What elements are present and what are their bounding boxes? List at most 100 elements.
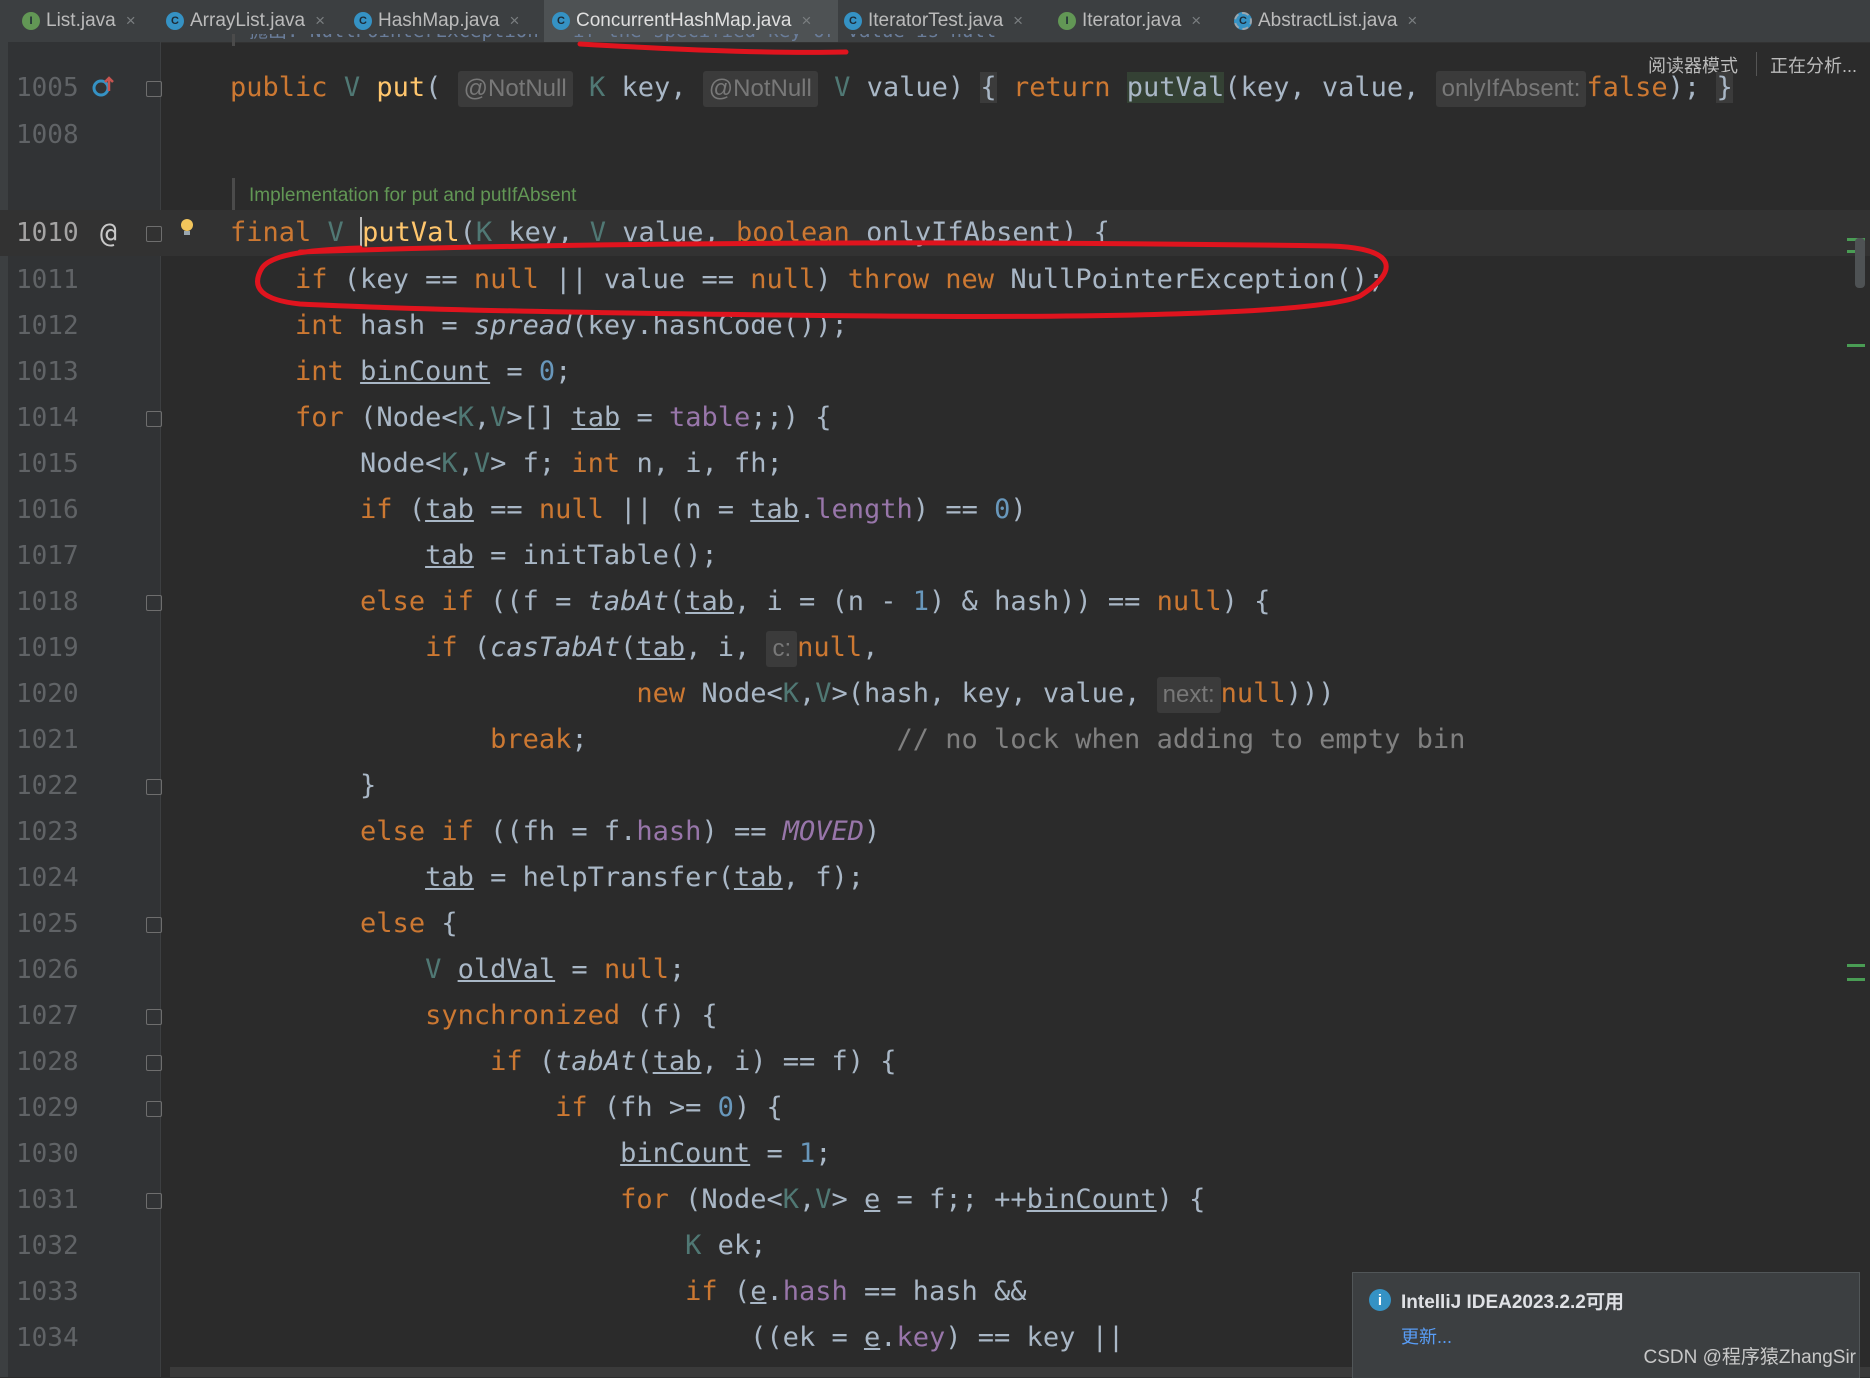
code-line-1016[interactable]: 1016 if (tab == null || (n = tab.length)… [0, 487, 1870, 533]
code-text: Node<K,V> f; int n, i, fh; [230, 448, 783, 479]
code-text: for (Node<K,V> e = f;; ++binCount) { [620, 1184, 1206, 1215]
close-icon[interactable]: × [315, 11, 325, 31]
interface-icon: I [1058, 12, 1076, 30]
change-marker[interactable] [1847, 978, 1865, 981]
line-number: 1017 [16, 541, 79, 571]
change-marker[interactable] [1847, 964, 1865, 967]
code-text: } [230, 770, 377, 801]
line-number: 1019 [16, 633, 79, 663]
code-line-1020[interactable]: 1020 new Node<K,V>(hash, key, value, nex… [0, 671, 1870, 717]
class-icon: C [354, 12, 372, 30]
code-text: if (fh >= 0) { [555, 1092, 783, 1123]
code-text: else { [360, 908, 458, 939]
code-line-1025[interactable]: 1025 else { [0, 901, 1870, 947]
fold-collapse-icon[interactable] [146, 1055, 162, 1071]
code-line-1013[interactable]: 1013 int binCount = 0; [0, 349, 1870, 395]
code-text: tab = initTable(); [425, 540, 718, 571]
code-text: else if ((f = tabAt(tab, i = (n - 1) & h… [360, 586, 1271, 617]
rendered-doc-comment: Implementation for put and putIfAbsent [232, 178, 1449, 214]
code-line-1027[interactable]: 1027 synchronized (f) { [0, 993, 1870, 1039]
vertical-scrollbar-thumb[interactable] [1855, 238, 1865, 288]
fold-collapse-icon[interactable] [146, 779, 162, 795]
line-number: 1015 [16, 449, 79, 479]
at-annotation-icon[interactable]: @ [100, 210, 117, 256]
code-line-1008[interactable]: 1008 [0, 112, 1870, 158]
line-number: 1031 [16, 1185, 79, 1215]
code-line-1030[interactable]: 1030 binCount = 1; [0, 1131, 1870, 1177]
line-number: 1033 [16, 1277, 79, 1307]
code-line-1017[interactable]: 1017 tab = initTable(); [0, 533, 1870, 579]
code-text: int hash = spread(key.hashCode()); [295, 310, 848, 341]
line-number: 1010 [16, 218, 79, 248]
code-line-1022[interactable]: 1022 } [0, 763, 1870, 809]
fold-collapse-icon[interactable] [146, 917, 162, 933]
tab-iterator-java[interactable]: I Iterator.java × [1058, 0, 1220, 42]
partial-doc-line: 抛出: NullPointerException – if the specif… [232, 34, 996, 46]
tab-label: ConcurrentHashMap.java [576, 10, 792, 31]
code-text: tab = helpTransfer(tab, f); [425, 862, 865, 893]
code-line-1032[interactable]: 1032 K ek; [0, 1223, 1870, 1269]
code-line-1012[interactable]: 1012 int hash = spread(key.hashCode()); [0, 303, 1870, 349]
error-stripe[interactable] [1847, 42, 1870, 1377]
code-text: int binCount = 0; [295, 356, 572, 387]
code-text: public V put( @NotNull K key, @NotNull V… [230, 65, 1733, 111]
close-icon[interactable]: × [509, 11, 519, 31]
code-line-1024[interactable]: 1024 tab = helpTransfer(tab, f); [0, 855, 1870, 901]
line-number: 1016 [16, 495, 79, 525]
tab-label: HashMap.java [378, 10, 500, 31]
code-line-1015[interactable]: 1015 Node<K,V> f; int n, i, fh; [0, 441, 1870, 487]
notification-title: IntelliJ IDEA2023.2.2可用 [1401, 1292, 1624, 1313]
close-icon[interactable]: × [801, 11, 811, 31]
code-text: if (key == null || value == null) throw … [295, 264, 1385, 295]
line-number: 1023 [16, 817, 79, 847]
fold-collapse-icon[interactable] [146, 1009, 162, 1025]
line-number: 1024 [16, 863, 79, 893]
tab-abstractlist-java[interactable]: C AbstractList.java × [1234, 0, 1434, 42]
fold-collapse-icon[interactable] [146, 1101, 162, 1117]
line-number: 1028 [16, 1047, 79, 1077]
line-number: 1013 [16, 357, 79, 387]
line-number: 1029 [16, 1093, 79, 1123]
info-icon: i [1369, 1289, 1391, 1311]
fold-collapse-icon[interactable] [146, 411, 162, 427]
fold-collapse-icon[interactable] [146, 226, 162, 242]
code-line-1028[interactable]: 1028 if (tabAt(tab, i) == f) { [0, 1039, 1870, 1085]
fold-collapse-icon[interactable] [146, 1193, 162, 1209]
code-line-1029[interactable]: 1029 if (fh >= 0) { [0, 1085, 1870, 1131]
code-line-1023[interactable]: 1023 else if ((fh = f.hash) == MOVED) [0, 809, 1870, 855]
code-line-1005[interactable]: 1005 public V put( @NotNull K key, @NotN… [0, 65, 1870, 111]
close-icon[interactable]: × [1407, 11, 1417, 31]
line-number: 1012 [16, 311, 79, 341]
line-number: 1030 [16, 1139, 79, 1169]
overrides-icon[interactable] [92, 75, 114, 97]
interface-icon: I [22, 12, 40, 30]
code-text: ((ek = e.key) == key || [230, 1322, 1125, 1353]
code-line-1010[interactable]: 1010 @ final V putVal(K key, V value, bo… [0, 210, 1870, 256]
close-icon[interactable]: × [1013, 11, 1023, 31]
close-icon[interactable]: × [1191, 11, 1201, 31]
line-number: 1005 [16, 73, 79, 103]
close-icon[interactable]: × [126, 11, 136, 31]
csdn-watermark: CSDN @程序猿ZhangSir [1643, 1347, 1857, 1368]
lightbulb-icon[interactable] [180, 218, 194, 236]
code-text: synchronized (f) { [425, 1000, 718, 1031]
change-marker[interactable] [1847, 344, 1865, 347]
tab-label: AbstractList.java [1258, 10, 1398, 31]
code-text: for (Node<K,V>[] tab = table;;) { [295, 402, 832, 433]
update-link[interactable]: 更新... [1401, 1323, 1452, 1349]
code-line-1018[interactable]: 1018 else if ((f = tabAt(tab, i = (n - 1… [0, 579, 1870, 625]
line-number: 1018 [16, 587, 79, 617]
line-number: 1025 [16, 909, 79, 939]
fold-expand-icon[interactable] [146, 81, 162, 97]
code-line-1026[interactable]: 1026 V oldVal = null; [0, 947, 1870, 993]
code-line-1031[interactable]: 1031 for (Node<K,V> e = f;; ++binCount) … [0, 1177, 1870, 1223]
tab-list-java[interactable]: I List.java × [22, 0, 150, 42]
line-number: 1034 [16, 1323, 79, 1353]
code-line-1014[interactable]: 1014 for (Node<K,V>[] tab = table;;) { [0, 395, 1870, 441]
code-text: K ek; [685, 1230, 767, 1261]
code-line-1021[interactable]: 1021 break; // no lock when adding to em… [0, 717, 1870, 763]
code-line-1011[interactable]: 1011 if (key == null || value == null) t… [0, 257, 1870, 303]
code-text: if (tabAt(tab, i) == f) { [490, 1046, 897, 1077]
fold-collapse-icon[interactable] [146, 595, 162, 611]
code-line-1019[interactable]: 1019 if (casTabAt(tab, i, c: null, [0, 625, 1870, 671]
